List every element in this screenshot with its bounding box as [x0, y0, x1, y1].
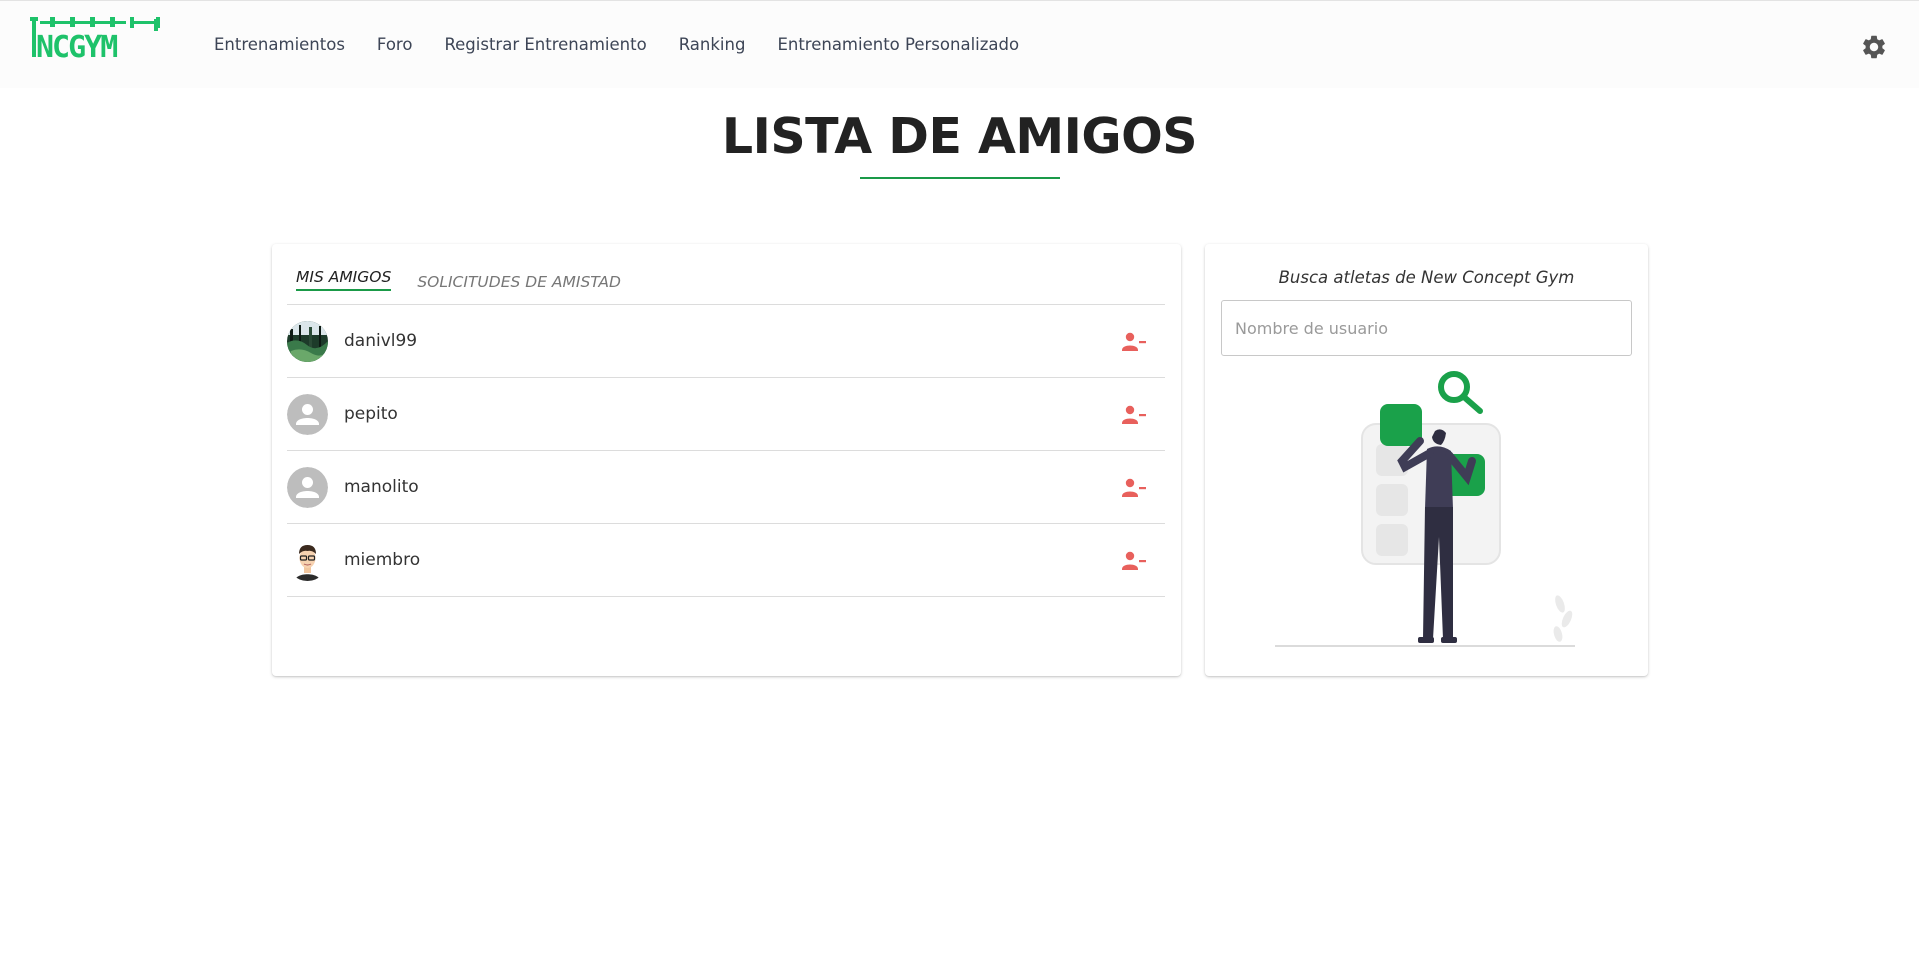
friend-row: manolito — [287, 451, 1165, 524]
friends-card: MIS AMIGOS SOLICITUDES DE AMISTAD danivl… — [272, 244, 1181, 676]
username-search-input[interactable] — [1221, 300, 1632, 356]
nav-link-registrar-entrenamiento[interactable]: Registrar Entrenamiento — [444, 35, 646, 54]
avatar-default — [287, 394, 328, 435]
friends-tabs: MIS AMIGOS SOLICITUDES DE AMISTAD — [296, 268, 647, 291]
top-navbar: NCGYM Entrenamientos Foro Registrar Entr… — [0, 0, 1919, 88]
nav-link-ranking[interactable]: Ranking — [679, 35, 746, 54]
search-card-title: Busca atletas de New Concept Gym — [1278, 268, 1575, 287]
friend-username[interactable]: manolito — [344, 477, 419, 497]
tab-solicitudes-de-amistad[interactable]: SOLICITUDES DE AMISTAD — [417, 273, 621, 291]
avatar-default — [287, 467, 328, 508]
nav-link-foro[interactable]: Foro — [377, 35, 413, 54]
friend-row: miembro — [287, 524, 1165, 597]
friend-username[interactable]: danivl99 — [344, 331, 417, 351]
nav-link-entrenamiento-personalizado[interactable]: Entrenamiento Personalizado — [777, 35, 1019, 54]
svg-text:NCGYM: NCGYM — [36, 30, 117, 61]
title-underline — [860, 177, 1060, 179]
ncgym-logo[interactable]: NCGYM — [30, 17, 162, 61]
remove-user-icon[interactable] — [1122, 404, 1146, 426]
search-illustration — [1275, 371, 1575, 647]
remove-user-icon[interactable] — [1122, 550, 1146, 572]
page-title: LISTA DE AMIGOS — [721, 108, 1198, 165]
avatar-cartoon — [287, 540, 328, 581]
friend-username[interactable]: miembro — [344, 550, 420, 570]
friend-list: danivl99 pepito manolito miembro — [287, 305, 1165, 597]
nav-link-entrenamientos[interactable]: Entrenamientos — [214, 35, 345, 54]
friend-row: danivl99 — [287, 305, 1165, 378]
remove-user-icon[interactable] — [1122, 331, 1146, 353]
friend-username[interactable]: pepito — [344, 404, 398, 424]
tab-mis-amigos[interactable]: MIS AMIGOS — [296, 268, 392, 291]
nav-menu: Entrenamientos Foro Registrar Entrenamie… — [214, 35, 1051, 54]
search-card: Busca atletas de New Concept Gym — [1205, 244, 1648, 676]
friend-row: pepito — [287, 378, 1165, 451]
remove-user-icon[interactable] — [1122, 477, 1146, 499]
avatar-photo — [287, 321, 328, 362]
gear-icon[interactable] — [1860, 33, 1888, 61]
